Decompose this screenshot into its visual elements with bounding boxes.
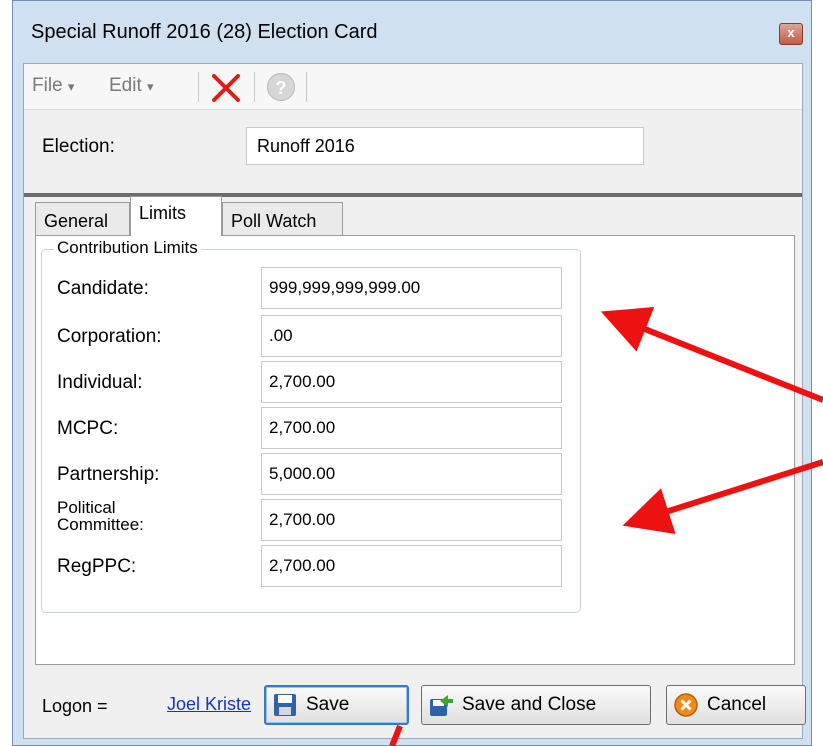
edit-menu-label: Edit — [109, 75, 142, 96]
political-committee-limit-field[interactable]: 2,700.00 — [261, 499, 562, 541]
edit-menu[interactable]: Edit ▾ — [109, 75, 154, 97]
tab-limits[interactable]: Limits — [130, 196, 222, 236]
window-client-area: File ▾ Edit ▾ ? Election: Runoff 2016 Ge… — [23, 63, 806, 739]
save-button-label: Save — [306, 694, 350, 715]
partnership-label: Partnership: — [57, 464, 160, 485]
political-committee-label: Political Committee: — [57, 498, 144, 534]
toolbar-separator — [306, 72, 307, 102]
individual-label: Individual: — [57, 372, 143, 393]
regppc-limit-field[interactable]: 2,700.00 — [261, 545, 562, 587]
window-title: Special Runoff 2016 (28) Election Card — [31, 21, 378, 43]
cancel-button[interactable]: Cancel — [666, 685, 806, 725]
toolbar: File ▾ Edit ▾ ? — [24, 64, 802, 110]
mcpc-limit-field[interactable]: 2,700.00 — [261, 407, 562, 449]
toolbar-separator — [254, 72, 255, 102]
limits-tab-panel: Contribution Limits Candidate: 999,999,9… — [35, 235, 795, 665]
title-bar[interactable]: Special Runoff 2016 (28) Election Card x — [13, 1, 811, 63]
election-card-window: Special Runoff 2016 (28) Election Card x… — [12, 0, 812, 746]
tab-label: Poll Watch — [231, 211, 317, 231]
group-title: Contribution Limits — [54, 238, 201, 258]
tab-label: Limits — [139, 203, 187, 223]
chevron-down-icon: ▾ — [147, 79, 154, 94]
delete-x-icon[interactable] — [210, 72, 242, 104]
election-label: Election: — [42, 136, 115, 157]
save-and-close-label: Save and Close — [462, 694, 597, 715]
regppc-label: RegPPC: — [57, 556, 137, 577]
floppy-disk-icon — [274, 694, 296, 716]
logon-label: Logon = — [42, 696, 108, 716]
logon-user-link[interactable]: Joel Kriste — [167, 694, 251, 715]
cancel-button-label: Cancel — [707, 694, 767, 715]
chevron-down-icon: ▾ — [67, 79, 75, 94]
close-button[interactable]: x — [779, 23, 803, 45]
tab-label: General — [44, 211, 109, 231]
save-and-close-icon — [430, 695, 453, 716]
cancel-icon — [674, 693, 698, 717]
partnership-limit-field[interactable]: 5,000.00 — [261, 453, 562, 495]
save-button[interactable]: Save — [264, 685, 409, 725]
corporation-limit-field[interactable]: .00 — [261, 315, 562, 357]
file-menu[interactable]: File ▾ — [32, 75, 74, 97]
corporation-label: Corporation: — [57, 326, 162, 347]
toolbar-separator — [198, 72, 199, 102]
tab-general[interactable]: General — [35, 202, 130, 236]
individual-limit-field[interactable]: 2,700.00 — [261, 361, 562, 403]
contribution-limits-group: Contribution Limits Candidate: 999,999,9… — [41, 238, 581, 613]
help-icon[interactable]: ? — [267, 73, 295, 101]
election-field[interactable]: Runoff 2016 — [246, 127, 644, 165]
save-and-close-button[interactable]: Save and Close — [421, 685, 651, 725]
candidate-label: Candidate: — [57, 278, 149, 299]
file-menu-label: File — [32, 75, 63, 96]
candidate-limit-field[interactable]: 999,999,999,999.00 — [261, 267, 562, 309]
mcpc-label: MCPC: — [57, 418, 119, 439]
tab-poll-watch[interactable]: Poll Watch — [222, 202, 343, 236]
